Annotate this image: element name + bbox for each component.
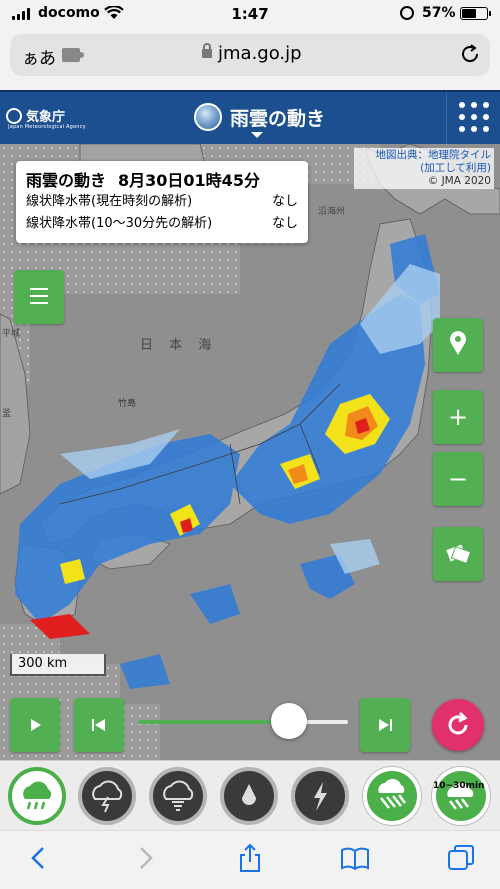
layer-lightning[interactable] [291, 767, 349, 825]
timeline-handle[interactable] [271, 703, 308, 739]
info-panel: 雨雲の動き 8月30日01時45分 線状降水帯(現在時刻の解析) なし 線状降水帯… [16, 161, 308, 243]
forward-chevron-icon[interactable] [130, 843, 160, 873]
location-pin-icon [450, 331, 466, 355]
forecast-range-label: 10~30min [433, 781, 485, 791]
layer-linear-rainband[interactable] [363, 767, 421, 825]
battery-percentage: 57% [422, 5, 456, 21]
refresh-icon [448, 711, 468, 735]
row-value: なし [271, 216, 298, 231]
browser-address-area: ぁあ jma.go.jp [0, 28, 500, 90]
sea-label: 日 本 海 [140, 338, 218, 353]
raindrop-icon [242, 784, 256, 805]
hamburger-icon [30, 288, 48, 290]
agency-name: 気象庁 [26, 110, 66, 125]
share-icon[interactable] [235, 843, 265, 873]
text-size-button[interactable]: ぁあ [22, 44, 56, 69]
skip-back-icon [92, 719, 105, 731]
play-button[interactable] [10, 698, 60, 752]
app-header: 気象庁 Japan Meteorological Agency 雨雲の動き [0, 90, 500, 144]
timeline-slider[interactable] [138, 703, 348, 739]
content-title-dropdown[interactable]: 雨雲の動き [190, 98, 330, 138]
layer-rain-cloud[interactable] [8, 767, 66, 825]
address-bar[interactable]: ぁあ jma.go.jp [10, 34, 490, 76]
rain-cloud-icon [23, 781, 52, 810]
info-panel-datetime: 8月30日01時45分 [118, 171, 260, 190]
padlock-icon [202, 43, 212, 58]
tornado-cloud-icon [163, 780, 194, 811]
orientation-lock-icon [400, 6, 414, 20]
layer-thunder[interactable] [78, 767, 136, 825]
play-icon [31, 719, 41, 731]
jma-emblem-icon [6, 108, 22, 124]
minus-icon: − [447, 465, 469, 493]
linear-rainband-forecast-row: 線状降水帯(10〜30分先の解析) なし [26, 213, 298, 235]
skip-forward-icon [379, 719, 392, 731]
thunder-cloud-icon [92, 780, 123, 813]
map-attribution: 地図出典：地理院タイル (加工して利用) © JMA 2020 [354, 148, 494, 189]
linear-rainband-forecast-icon [447, 782, 474, 810]
rain-radar-globe-icon [194, 103, 222, 131]
tabs-icon[interactable] [446, 843, 476, 873]
row-label: 線状降水帯(10〜30分先の解析) [26, 216, 213, 231]
url-domain[interactable]: jma.go.jp [218, 43, 302, 64]
row-value: なし [271, 194, 298, 209]
map-scale: 300 km [10, 654, 106, 676]
battery-icon [460, 7, 491, 20]
plus-icon: + [447, 403, 469, 431]
page-title: 雨雲の動き [230, 108, 326, 130]
dropdown-caret-icon [251, 132, 263, 138]
layer-menu-button[interactable] [14, 270, 64, 324]
refresh-map-button[interactable] [432, 699, 484, 751]
step-forward-button[interactable] [360, 698, 410, 752]
zoom-out-button[interactable]: − [433, 452, 483, 506]
reload-icon[interactable] [458, 42, 482, 66]
linear-rainband-current-row: 線状降水帯(現在時刻の解析) なし [26, 191, 298, 213]
main-menu-button[interactable] [446, 92, 500, 144]
back-chevron-icon[interactable] [24, 843, 54, 873]
step-back-button[interactable] [74, 698, 124, 752]
layer-precipitation[interactable] [220, 767, 278, 825]
attribution-source-link[interactable]: 地図出典：地理院タイル [357, 149, 492, 162]
info-panel-header: 雨雲の動き 8月30日01時45分 [26, 167, 298, 191]
timeline-progress [138, 720, 290, 724]
info-panel-title: 雨雲の動き [26, 171, 107, 190]
browser-toolbar [0, 830, 500, 889]
layer-linear-rainband-forecast[interactable] [432, 767, 490, 825]
lightning-icon [314, 782, 327, 811]
bookmarks-icon[interactable] [340, 843, 370, 873]
rain-radar-map[interactable]: 日 本 海 竹島 沿海州 平城 釜 地図出典：地理院タイル (加工して利用) ©… [0, 144, 500, 760]
kr-south-label: 釜 [2, 409, 12, 419]
row-label: 線状降水帯(現在時刻の解析) [26, 194, 193, 209]
layer-selector-bar: 10~30min [0, 760, 500, 830]
attribution-copyright: © JMA 2020 [427, 175, 491, 187]
zoom-in-button[interactable]: + [433, 390, 483, 444]
jma-logo[interactable]: 気象庁 Japan Meteorological Agency [6, 104, 90, 134]
north-label: 沿海州 [318, 207, 346, 217]
attribution-note[interactable]: (加工して利用) [357, 162, 491, 175]
ios-status-bar: docomo 1:47 57% [0, 0, 500, 28]
extension-puzzle-icon[interactable] [62, 48, 84, 62]
island-label: 竹島 [118, 399, 137, 409]
layer-tornado[interactable] [149, 767, 207, 825]
current-location-button[interactable] [433, 318, 483, 372]
agency-name-en: Japan Meteorological Agency [8, 124, 86, 130]
legend-button[interactable] [433, 527, 483, 581]
korea-label: 平城 [2, 329, 21, 339]
legend-cards-icon [446, 544, 472, 565]
linear-rainband-icon [378, 778, 406, 809]
